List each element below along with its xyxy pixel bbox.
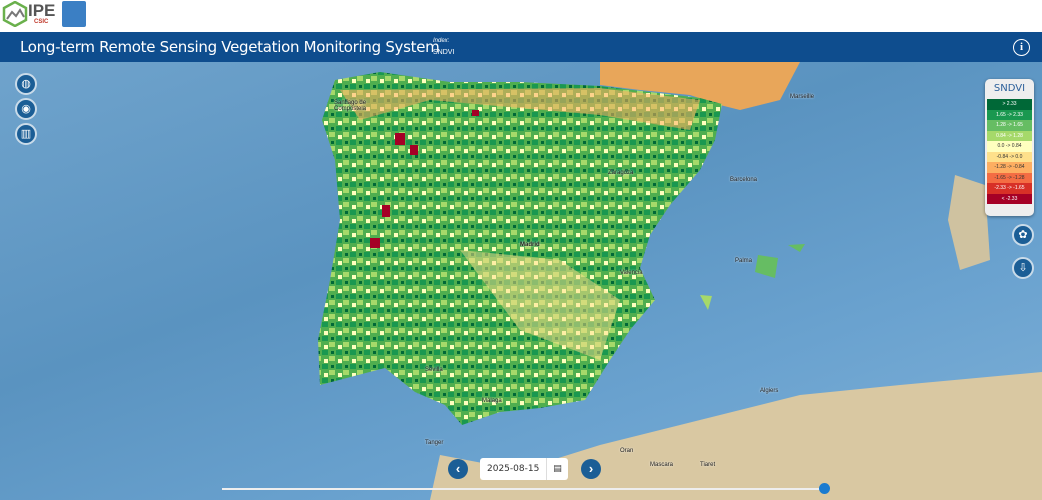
label-sevilla: Sevilla bbox=[425, 367, 443, 373]
legend-item: -0.84 -> 0.0 bbox=[987, 152, 1032, 163]
mallorca bbox=[755, 255, 778, 278]
index-label: Index: bbox=[433, 38, 449, 44]
globe-icon[interactable]: ◍ bbox=[15, 73, 37, 95]
label-valencia: Valencia bbox=[620, 270, 643, 276]
next-date-button[interactable]: › bbox=[581, 459, 601, 479]
label-palma: Palma bbox=[735, 258, 752, 264]
label-tiaret: Tiaret bbox=[700, 462, 715, 468]
map-canvas bbox=[0, 62, 1042, 500]
legend-item: -1.65 -> -1.28 bbox=[987, 173, 1032, 184]
legend-item: < -2.33 bbox=[987, 194, 1032, 205]
label-marseille: Marseille bbox=[790, 94, 814, 100]
mountain-hexagon-icon bbox=[2, 1, 28, 27]
map-layers-icon[interactable]: ▥ bbox=[15, 123, 37, 145]
sndvi-legend: SNDVI > 2.331.65 -> 2.331.28 -> 1.650.84… bbox=[985, 79, 1034, 216]
label-oran: Oran bbox=[620, 448, 633, 454]
legend-item: -2.33 -> -1.65 bbox=[987, 183, 1032, 194]
map-view[interactable]: Madrid Barcelona Valencia Zaragoza Sevil… bbox=[0, 62, 1042, 500]
ipe-logo: IPECSIC bbox=[2, 1, 55, 27]
app-header: Long-term Remote Sensing Vegetation Moni… bbox=[0, 32, 1042, 62]
timeline-slider[interactable] bbox=[222, 488, 830, 490]
sardinia-land bbox=[948, 175, 990, 270]
date-input[interactable]: 2025-08-15 ▤ bbox=[480, 458, 568, 480]
palette-icon[interactable]: ✿ bbox=[1012, 224, 1034, 246]
index-selector[interactable]: SNDVI bbox=[433, 49, 454, 56]
previous-date-button[interactable]: ‹ bbox=[448, 459, 468, 479]
label-algiers: Algiers bbox=[760, 388, 778, 394]
label-zaragoza: Zaragoza bbox=[608, 170, 633, 176]
app-title: Long-term Remote Sensing Vegetation Moni… bbox=[20, 38, 439, 56]
calendar-icon[interactable]: ▤ bbox=[546, 458, 568, 480]
download-icon[interactable]: ⇩ bbox=[1012, 257, 1034, 279]
legend-item: -1.28 -> -0.84 bbox=[987, 162, 1032, 173]
timeline-slider-thumb[interactable] bbox=[819, 483, 830, 494]
legend-item: 0.0 -> 0.84 bbox=[987, 141, 1032, 152]
label-santiago: Santiago de Compostela bbox=[334, 100, 374, 112]
legend-item: 0.84 -> 1.28 bbox=[987, 131, 1032, 142]
label-tanger: Tanger bbox=[425, 440, 443, 446]
legend-item: 1.65 -> 2.33 bbox=[987, 110, 1032, 121]
label-mascara: Mascara bbox=[650, 462, 673, 468]
legend-item: > 2.33 bbox=[987, 99, 1032, 110]
top-logo-bar: IPECSIC bbox=[0, 0, 1042, 32]
laboratory-logo bbox=[62, 1, 86, 27]
info-icon[interactable]: i bbox=[1013, 39, 1030, 56]
label-madrid: Madrid bbox=[520, 242, 540, 248]
basemap-icon[interactable]: ◉ bbox=[15, 98, 37, 120]
legend-item: 1.28 -> 1.65 bbox=[987, 120, 1032, 131]
label-malaga: Málaga bbox=[482, 398, 502, 404]
label-barcelona: Barcelona bbox=[730, 177, 757, 183]
ibiza bbox=[700, 295, 712, 310]
menorca bbox=[788, 244, 805, 252]
